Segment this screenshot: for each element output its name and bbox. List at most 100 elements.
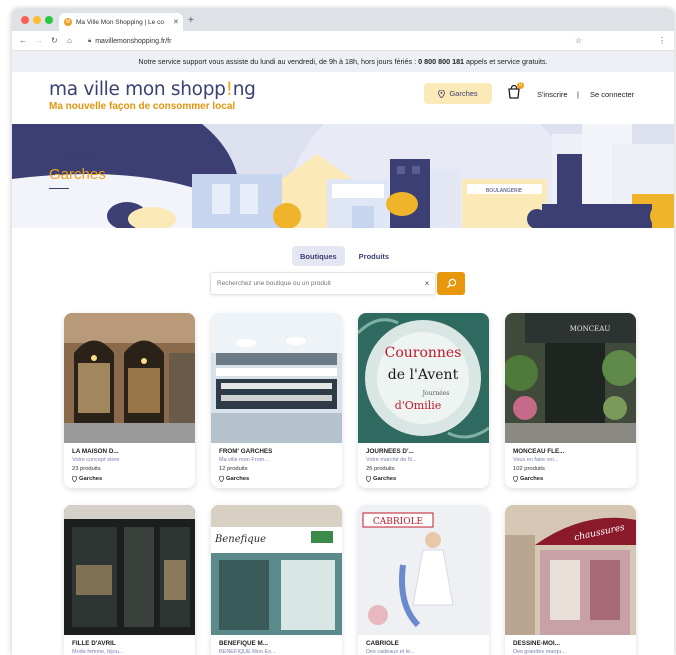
lock-icon: 🔒︎ [88, 37, 92, 44]
hero-city: Garches [49, 166, 106, 183]
location-pin-icon [72, 476, 77, 482]
shop-card[interactable]: Benefique BENEFIQUE M... BENEFIQUE Mon E… [211, 505, 342, 655]
hero-divider [49, 188, 69, 189]
minimize-window-icon[interactable] [33, 16, 41, 24]
tab-title: Ma Ville Mon Shopping | Le co [76, 18, 164, 26]
location-button[interactable]: Garches [424, 83, 492, 104]
image-sign: CABRIOLE [373, 517, 423, 527]
login-link[interactable]: Se connecter [590, 90, 634, 99]
favicon-icon: M [64, 18, 72, 26]
support-bar: Notre service support vous assiste du lu… [12, 51, 674, 72]
shop-name: DESSINE-MOI... [513, 640, 560, 647]
shop-card[interactable]: LA MAISON D... Votre concept store 23 pr… [64, 313, 195, 488]
cart-badge: 0 [517, 82, 524, 89]
shop-name: JOURNÉES D'... [366, 448, 414, 455]
reload-icon[interactable]: ↻ [51, 36, 58, 45]
shop-image [64, 505, 195, 635]
bookmark-star-icon[interactable]: ☆ [575, 36, 582, 45]
shop-image [64, 313, 195, 443]
shop-card[interactable]: MONCEAU MONCEAU FLE... Vous en faire voi… [505, 313, 636, 488]
shop-name: MONCEAU FLE... [513, 448, 565, 455]
search-button[interactable] [437, 272, 465, 295]
browser-menu-icon[interactable]: ⋮ [658, 36, 666, 45]
shop-photo: Couronnes de l'Avent Journées d'Omilie [358, 313, 489, 443]
shop-image: chaussures [505, 505, 636, 635]
logo-text-2: ng [232, 79, 256, 100]
tab-produits[interactable]: Produits [351, 246, 397, 266]
location-pin-icon [366, 476, 371, 482]
shop-description: BENEFIQUE Mon Es... [219, 649, 276, 655]
clear-search-icon[interactable]: × [419, 279, 435, 288]
image-sign: MONCEAU [570, 325, 611, 333]
shop-image [211, 313, 342, 443]
shop-city: Garches [373, 476, 397, 482]
site-header: ma ville mon shopp!ng Ma nouvelle façon … [12, 72, 674, 124]
maximize-window-icon[interactable] [45, 16, 53, 24]
logo-dot: ! [225, 79, 233, 100]
browser-toolbar: ← → ↻ ⌂ 🔒︎ mavillemonshopping.fr/fr ☆ ⋮ [12, 31, 674, 51]
shop-product-count: 23 produits [72, 466, 101, 472]
shop-photo: MONCEAU [505, 313, 636, 443]
shop-location: Garches [366, 476, 481, 482]
image-sign: d'Omilie [395, 399, 442, 412]
header-separator: | [577, 90, 579, 99]
image-title-2: de l'Avent [388, 367, 459, 383]
shop-card[interactable]: chaussures DESSINE-MOI... Des grandes ma… [505, 505, 636, 655]
shop-image: CABRIOLE [358, 505, 489, 635]
shop-description: Votre concept store [72, 457, 120, 463]
close-tab-icon[interactable]: ✕ [173, 18, 183, 26]
address-bar[interactable]: 🔒︎ mavillemonshopping.fr/fr [88, 34, 588, 48]
shop-image: Benefique [211, 505, 342, 635]
shop-location: Garches [219, 476, 334, 482]
shop-card[interactable]: Couronnes de l'Avent Journées d'Omilie J… [358, 313, 489, 488]
shop-card[interactable]: FROM' GARCHES Ma ville mon From... 12 pr… [211, 313, 342, 488]
shop-photo: Benefique [211, 505, 342, 635]
shop-city: Garches [226, 476, 250, 482]
shop-location: Garches [72, 476, 187, 482]
shop-description: Vous en faire voi... [513, 457, 559, 463]
shop-photo: CABRIOLE [358, 505, 489, 635]
shop-photo: chaussures [505, 505, 636, 635]
home-icon[interactable]: ⌂ [67, 36, 72, 45]
location-pin-icon [219, 476, 224, 482]
support-phone[interactable]: 0 800 800 181 [418, 57, 464, 66]
back-icon[interactable]: ← [19, 36, 27, 45]
close-window-icon[interactable] [21, 16, 29, 24]
location-label: Garches [449, 89, 478, 98]
tab-boutiques[interactable]: Boutiques [292, 246, 345, 266]
new-tab-icon[interactable]: + [188, 15, 194, 26]
shop-card[interactable]: FILLE D'AVRIL Mode femme, bijou... [64, 505, 195, 655]
signup-link[interactable]: S'inscrire [537, 90, 568, 99]
shop-image: MONCEAU [505, 313, 636, 443]
browser-window: M Ma Ville Mon Shopping | Le co ✕ + ← → … [12, 9, 674, 655]
search-icon [446, 278, 456, 289]
view-tabs: Boutiques Produits [292, 246, 397, 266]
hero-label: Mon shopping [49, 152, 97, 161]
shop-name: BENEFIQUE M... [219, 640, 268, 647]
shop-location: Garches [513, 476, 628, 482]
support-text-end: appels et service gratuits. [464, 57, 548, 66]
url-text: mavillemonshopping.fr/fr [95, 37, 172, 45]
forward-icon[interactable]: → [35, 36, 43, 45]
site-logo[interactable]: ma ville mon shopp!ng [49, 79, 256, 100]
browser-tab[interactable]: M Ma Ville Mon Shopping | Le co ✕ [59, 13, 183, 31]
shop-product-count: 12 produits [219, 466, 248, 472]
support-text: Notre service support vous assiste du lu… [138, 57, 419, 66]
hero-banner: BOULANGERIE Mon shopping Garches [12, 124, 674, 228]
search-input[interactable] [217, 280, 419, 287]
logo-subtitle: Ma nouvelle façon de consommer local [49, 101, 236, 112]
image-subtitle: Journées [422, 390, 450, 397]
shop-image: Couronnes de l'Avent Journées d'Omilie [358, 313, 489, 443]
browser-tab-bar: M Ma Ville Mon Shopping | Le co ✕ + [12, 9, 674, 31]
shop-product-count: 102 produits [513, 466, 545, 472]
image-title-1: Couronnes [385, 345, 462, 361]
location-pin-icon [513, 476, 518, 482]
shop-card[interactable]: CABRIOLE CABRIOLE Des cadeaux et le... [358, 505, 489, 655]
shop-photo [211, 313, 342, 443]
shop-photo [64, 313, 195, 443]
logo-text-1: ma ville mon shopp [49, 79, 226, 100]
location-pin-icon [438, 89, 446, 98]
city-illustration: BOULANGERIE [12, 124, 674, 228]
shop-name: FROM' GARCHES [219, 448, 273, 455]
shop-product-count: 26 produits [366, 466, 395, 472]
